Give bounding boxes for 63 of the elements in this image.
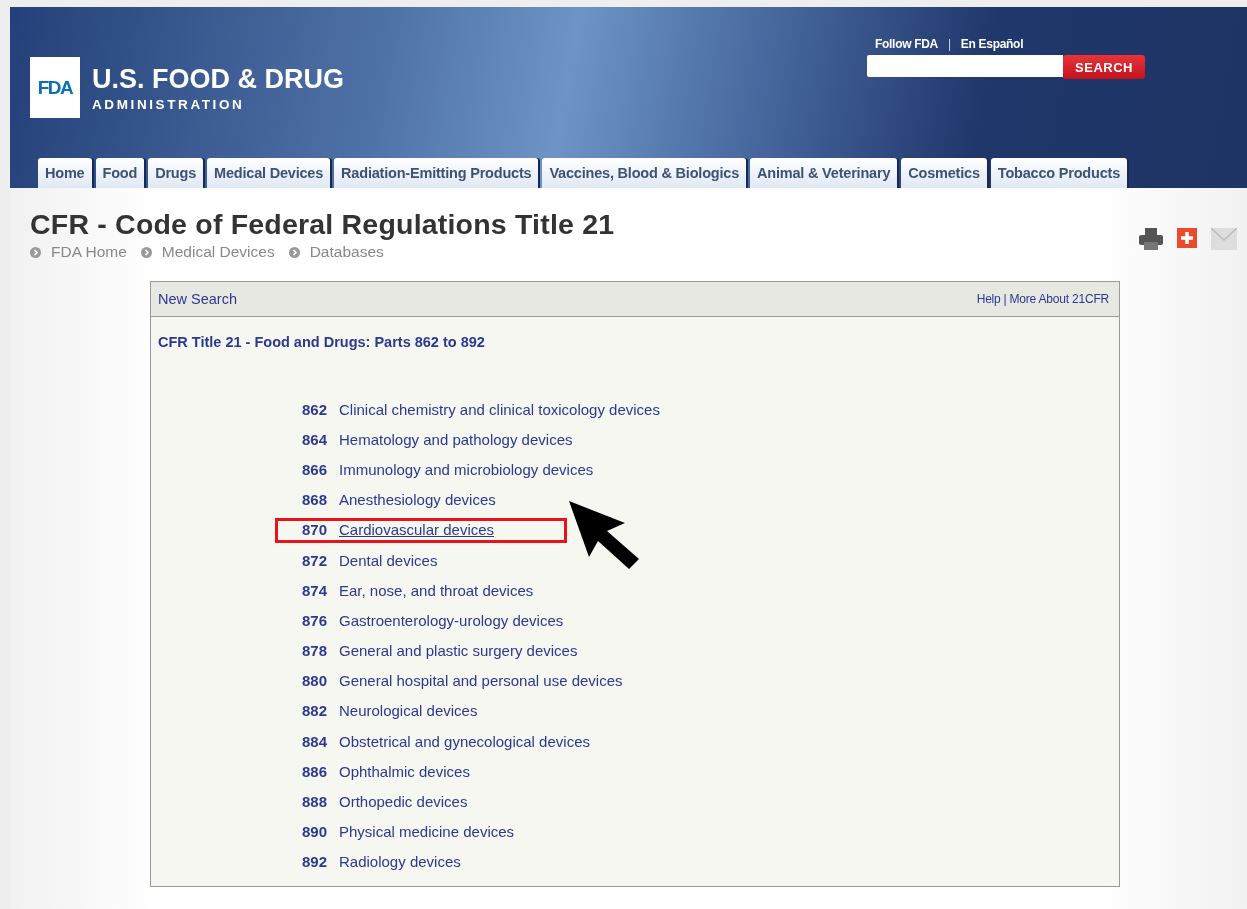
part-link[interactable]: Neurological devices [339, 702, 478, 720]
nav-tab[interactable]: Medical Devices [207, 158, 331, 188]
part-number: 876 [300, 611, 327, 629]
part-link[interactable]: Ear, nose, and throat devices [339, 581, 534, 599]
breadcrumb-link[interactable]: Databases [309, 243, 384, 261]
print-icon[interactable] [1139, 228, 1163, 250]
part-link[interactable]: Radiology devices [339, 853, 461, 871]
part-link[interactable]: Hematology and pathology devices [339, 430, 573, 448]
part-number: 862 [300, 400, 327, 418]
part-number: 882 [300, 702, 327, 720]
search-field[interactable] [867, 55, 1063, 77]
nav-tab[interactable]: Radiation-Emitting Products [334, 158, 539, 188]
part-number: 864 [300, 430, 327, 448]
breadcrumb-link[interactable]: Medical Devices [161, 243, 275, 261]
part-link[interactable]: Dental devices [339, 551, 438, 569]
part-link[interactable]: Gastroenterology-urology devices [339, 611, 564, 629]
part-number: 892 [300, 853, 327, 871]
help-link[interactable]: Help [976, 292, 1001, 306]
header-link[interactable]: Follow FDA [875, 37, 938, 51]
part-link[interactable]: Immunology and microbiology devices [339, 460, 594, 478]
part-number: 884 [300, 732, 327, 750]
part-link[interactable]: Clinical chemistry and clinical toxicology devices [339, 400, 660, 418]
separator: | [1003, 292, 1007, 306]
separator: | [948, 37, 951, 51]
cursor-arrow-icon [567, 499, 641, 571]
help-link[interactable]: More About 21CFR [1009, 292, 1109, 306]
plus-icon[interactable] [1177, 228, 1197, 248]
header-link[interactable]: En Español [960, 37, 1024, 51]
nav-tab[interactable]: Animal & Veterinary [750, 158, 898, 188]
part-number: 886 [300, 762, 327, 780]
part-number: 880 [300, 672, 327, 690]
page-title: CFR - Code of Federal Regulations Title 21 [30, 208, 615, 241]
part-link[interactable]: Obstetrical and gynecological devices [339, 732, 590, 750]
new-search-link[interactable]: New Search [158, 291, 237, 307]
part-number: 888 [300, 793, 327, 811]
bullet-icon [140, 246, 152, 258]
bullet-icon [30, 246, 41, 258]
search-button[interactable]: SEARCH [1063, 55, 1145, 79]
section-heading: CFR Title 21 - Food and Drugs: Parts 862 to 892 [158, 334, 486, 350]
part-link[interactable]: Ophthalmic devices [339, 762, 470, 780]
part-number: 866 [300, 460, 327, 478]
part-number: 878 [300, 642, 327, 660]
nav-tab[interactable]: Food [95, 158, 145, 188]
logo-subtitle: ADMINISTRATION [92, 96, 246, 112]
nav-tab[interactable]: Tobacco Products [990, 158, 1127, 188]
part-number: 870 [300, 521, 327, 539]
logo-mark[interactable]: FDA [30, 57, 80, 118]
nav-tab[interactable]: Cosmetics [901, 158, 987, 188]
part-number: 890 [300, 823, 327, 841]
bullet-icon [288, 246, 300, 258]
part-link[interactable]: General hospital and personal use devices [339, 672, 623, 690]
part-link[interactable]: Anesthesiology devices [339, 491, 496, 509]
part-link[interactable]: Physical medicine devices [339, 823, 515, 841]
nav-tab[interactable]: Vaccines, Blood & Biologics [542, 158, 747, 188]
part-link[interactable]: Orthopedic devices [339, 793, 468, 811]
part-link[interactable]: Cardiovascular devices [339, 521, 495, 539]
part-number: 874 [300, 581, 327, 599]
part-number: 872 [300, 551, 327, 569]
nav-tab[interactable]: Home [38, 158, 92, 188]
part-number: 868 [300, 491, 327, 509]
logo-title: U.S. FOOD & DRUG [92, 63, 344, 95]
part-link[interactable]: General and plastic surgery devices [339, 642, 578, 660]
nav-tab[interactable]: Drugs [148, 158, 204, 188]
